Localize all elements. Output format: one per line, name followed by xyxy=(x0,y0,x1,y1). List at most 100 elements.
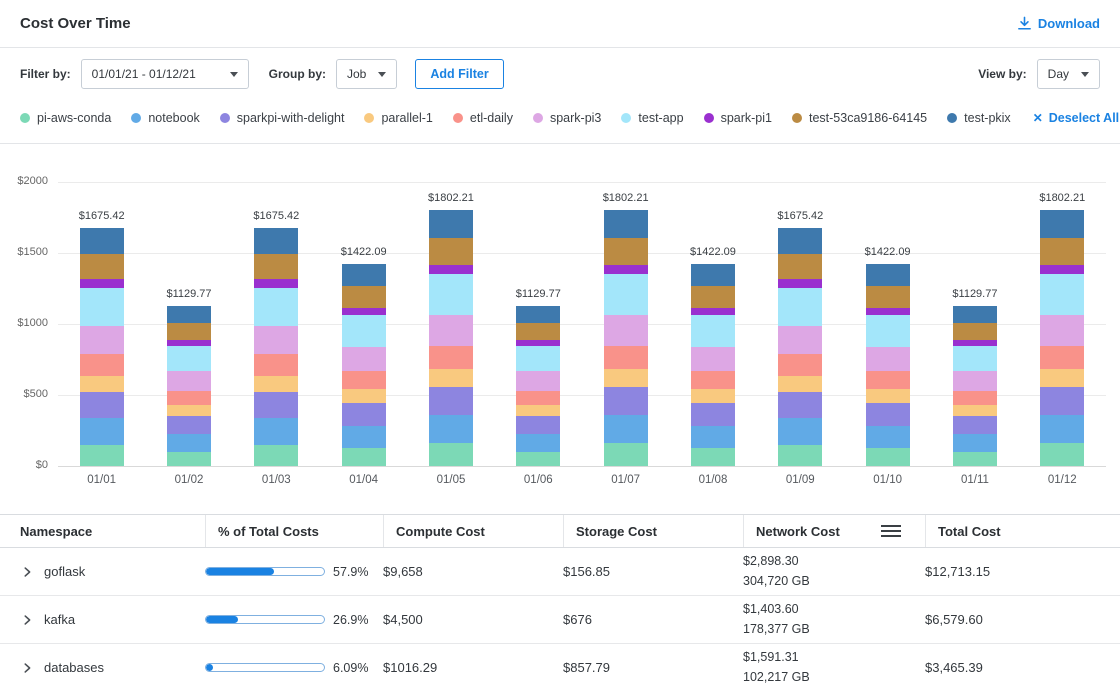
bar-segment-test-53ca9186-64145[interactable] xyxy=(778,254,822,279)
column-header-network[interactable]: Network Cost xyxy=(743,515,925,547)
bar-segment-pi-aws-conda[interactable] xyxy=(866,448,910,466)
legend-item-test-53ca9186-64145[interactable]: test-53ca9186-64145 xyxy=(792,111,927,125)
bar-segment-etl-daily[interactable] xyxy=(254,354,298,375)
legend-item-etl-daily[interactable]: etl-daily xyxy=(453,111,513,125)
bar-segment-pi-aws-conda[interactable] xyxy=(80,445,124,466)
bar-stack-01/06[interactable] xyxy=(516,306,560,466)
bar-stack-01/03[interactable] xyxy=(254,228,298,466)
bar-segment-test-pkix[interactable] xyxy=(604,210,648,238)
bar-segment-test-pkix[interactable] xyxy=(342,264,386,286)
bar-segment-spark-pi3[interactable] xyxy=(254,326,298,355)
column-header-total[interactable]: Total Cost xyxy=(925,515,1100,547)
bar-segment-sparkpi-with-delight[interactable] xyxy=(429,387,473,415)
bar-stack-01/07[interactable] xyxy=(604,210,648,466)
bar-segment-etl-daily[interactable] xyxy=(429,346,473,369)
bar-segment-test-53ca9186-64145[interactable] xyxy=(866,286,910,307)
bar-segment-test-53ca9186-64145[interactable] xyxy=(342,286,386,307)
column-header-namespace[interactable]: Namespace xyxy=(20,515,205,547)
bar-segment-test-app[interactable] xyxy=(866,315,910,347)
column-header-compute[interactable]: Compute Cost xyxy=(383,515,563,547)
bar-segment-test-app[interactable] xyxy=(342,315,386,347)
bar-segment-test-app[interactable] xyxy=(167,346,211,372)
bar-segment-etl-daily[interactable] xyxy=(167,391,211,405)
bar-segment-sparkpi-with-delight[interactable] xyxy=(778,392,822,418)
bar-stack-01/02[interactable] xyxy=(167,306,211,466)
bar-segment-pi-aws-conda[interactable] xyxy=(691,448,735,466)
legend-item-sparkpi-with-delight[interactable]: sparkpi-with-delight xyxy=(220,111,345,125)
bar-segment-sparkpi-with-delight[interactable] xyxy=(342,403,386,425)
group-by-select[interactable]: Job xyxy=(336,59,397,89)
bar-segment-etl-daily[interactable] xyxy=(691,371,735,389)
bar-segment-notebook[interactable] xyxy=(866,426,910,448)
bar-segment-test-app[interactable] xyxy=(691,315,735,347)
bar-segment-notebook[interactable] xyxy=(254,418,298,444)
bar-segment-pi-aws-conda[interactable] xyxy=(516,452,560,466)
bar-segment-spark-pi1[interactable] xyxy=(80,279,124,287)
deselect-all-button[interactable]: ✕ Deselect All xyxy=(1033,111,1119,125)
bar-segment-test-pkix[interactable] xyxy=(1040,210,1084,238)
legend-item-test-app[interactable]: test-app xyxy=(621,111,683,125)
bar-segment-test-app[interactable] xyxy=(778,288,822,326)
bar-segment-notebook[interactable] xyxy=(778,418,822,444)
bar-segment-test-app[interactable] xyxy=(516,346,560,372)
bar-segment-test-53ca9186-64145[interactable] xyxy=(254,254,298,279)
bar-segment-pi-aws-conda[interactable] xyxy=(167,452,211,466)
bar-stack-01/12[interactable] xyxy=(1040,210,1084,466)
bar-segment-spark-pi1[interactable] xyxy=(429,265,473,274)
bar-segment-parallel-1[interactable] xyxy=(429,369,473,387)
bar-segment-sparkpi-with-delight[interactable] xyxy=(1040,387,1084,415)
bar-segment-test-app[interactable] xyxy=(429,274,473,315)
bar-segment-spark-pi3[interactable] xyxy=(778,326,822,355)
bar-stack-01/10[interactable] xyxy=(866,264,910,466)
bar-segment-etl-daily[interactable] xyxy=(953,391,997,405)
bar-segment-test-pkix[interactable] xyxy=(254,228,298,254)
bar-segment-sparkpi-with-delight[interactable] xyxy=(866,403,910,425)
bar-segment-spark-pi3[interactable] xyxy=(953,371,997,390)
bar-segment-notebook[interactable] xyxy=(342,426,386,448)
bar-segment-notebook[interactable] xyxy=(691,426,735,448)
bar-segment-spark-pi3[interactable] xyxy=(1040,315,1084,346)
bar-segment-parallel-1[interactable] xyxy=(342,389,386,403)
bar-segment-test-pkix[interactable] xyxy=(778,228,822,254)
bar-segment-spark-pi3[interactable] xyxy=(516,371,560,390)
bar-segment-parallel-1[interactable] xyxy=(80,376,124,393)
bar-segment-parallel-1[interactable] xyxy=(778,376,822,393)
date-range-select[interactable]: 01/01/21 - 01/12/21 xyxy=(81,59,249,89)
bar-segment-etl-daily[interactable] xyxy=(80,354,124,375)
bar-segment-spark-pi1[interactable] xyxy=(604,265,648,274)
legend-item-pi-aws-conda[interactable]: pi-aws-conda xyxy=(20,111,111,125)
bar-segment-sparkpi-with-delight[interactable] xyxy=(604,387,648,415)
bar-segment-parallel-1[interactable] xyxy=(866,389,910,403)
bar-segment-test-pkix[interactable] xyxy=(167,306,211,324)
bar-segment-test-pkix[interactable] xyxy=(691,264,735,286)
legend-item-test-pkix[interactable]: test-pkix xyxy=(947,111,1011,125)
bar-stack-01/08[interactable] xyxy=(691,264,735,466)
bar-segment-parallel-1[interactable] xyxy=(691,389,735,403)
bar-segment-notebook[interactable] xyxy=(167,434,211,452)
bar-segment-spark-pi1[interactable] xyxy=(1040,265,1084,274)
bar-stack-01/11[interactable] xyxy=(953,306,997,466)
bar-segment-spark-pi3[interactable] xyxy=(691,347,735,371)
column-header-storage[interactable]: Storage Cost xyxy=(563,515,743,547)
legend-item-parallel-1[interactable]: parallel-1 xyxy=(364,111,432,125)
bar-stack-01/01[interactable] xyxy=(80,228,124,466)
bar-segment-sparkpi-with-delight[interactable] xyxy=(953,416,997,434)
bar-segment-parallel-1[interactable] xyxy=(254,376,298,393)
bar-segment-pi-aws-conda[interactable] xyxy=(604,443,648,466)
expand-chevron-icon[interactable] xyxy=(20,661,34,675)
bar-stack-01/09[interactable] xyxy=(778,228,822,466)
bar-segment-parallel-1[interactable] xyxy=(953,405,997,416)
bar-segment-test-53ca9186-64145[interactable] xyxy=(691,286,735,307)
bar-segment-spark-pi1[interactable] xyxy=(342,308,386,315)
bar-segment-etl-daily[interactable] xyxy=(516,391,560,405)
legend-item-spark-pi3[interactable]: spark-pi3 xyxy=(533,111,601,125)
bar-segment-spark-pi3[interactable] xyxy=(80,326,124,355)
bar-segment-test-app[interactable] xyxy=(1040,274,1084,315)
bar-segment-spark-pi1[interactable] xyxy=(866,308,910,315)
bar-segment-parallel-1[interactable] xyxy=(604,369,648,387)
expand-chevron-icon[interactable] xyxy=(20,565,34,579)
bar-segment-notebook[interactable] xyxy=(516,434,560,452)
bar-segment-test-app[interactable] xyxy=(953,346,997,372)
bar-segment-pi-aws-conda[interactable] xyxy=(429,443,473,466)
expand-chevron-icon[interactable] xyxy=(20,613,34,627)
